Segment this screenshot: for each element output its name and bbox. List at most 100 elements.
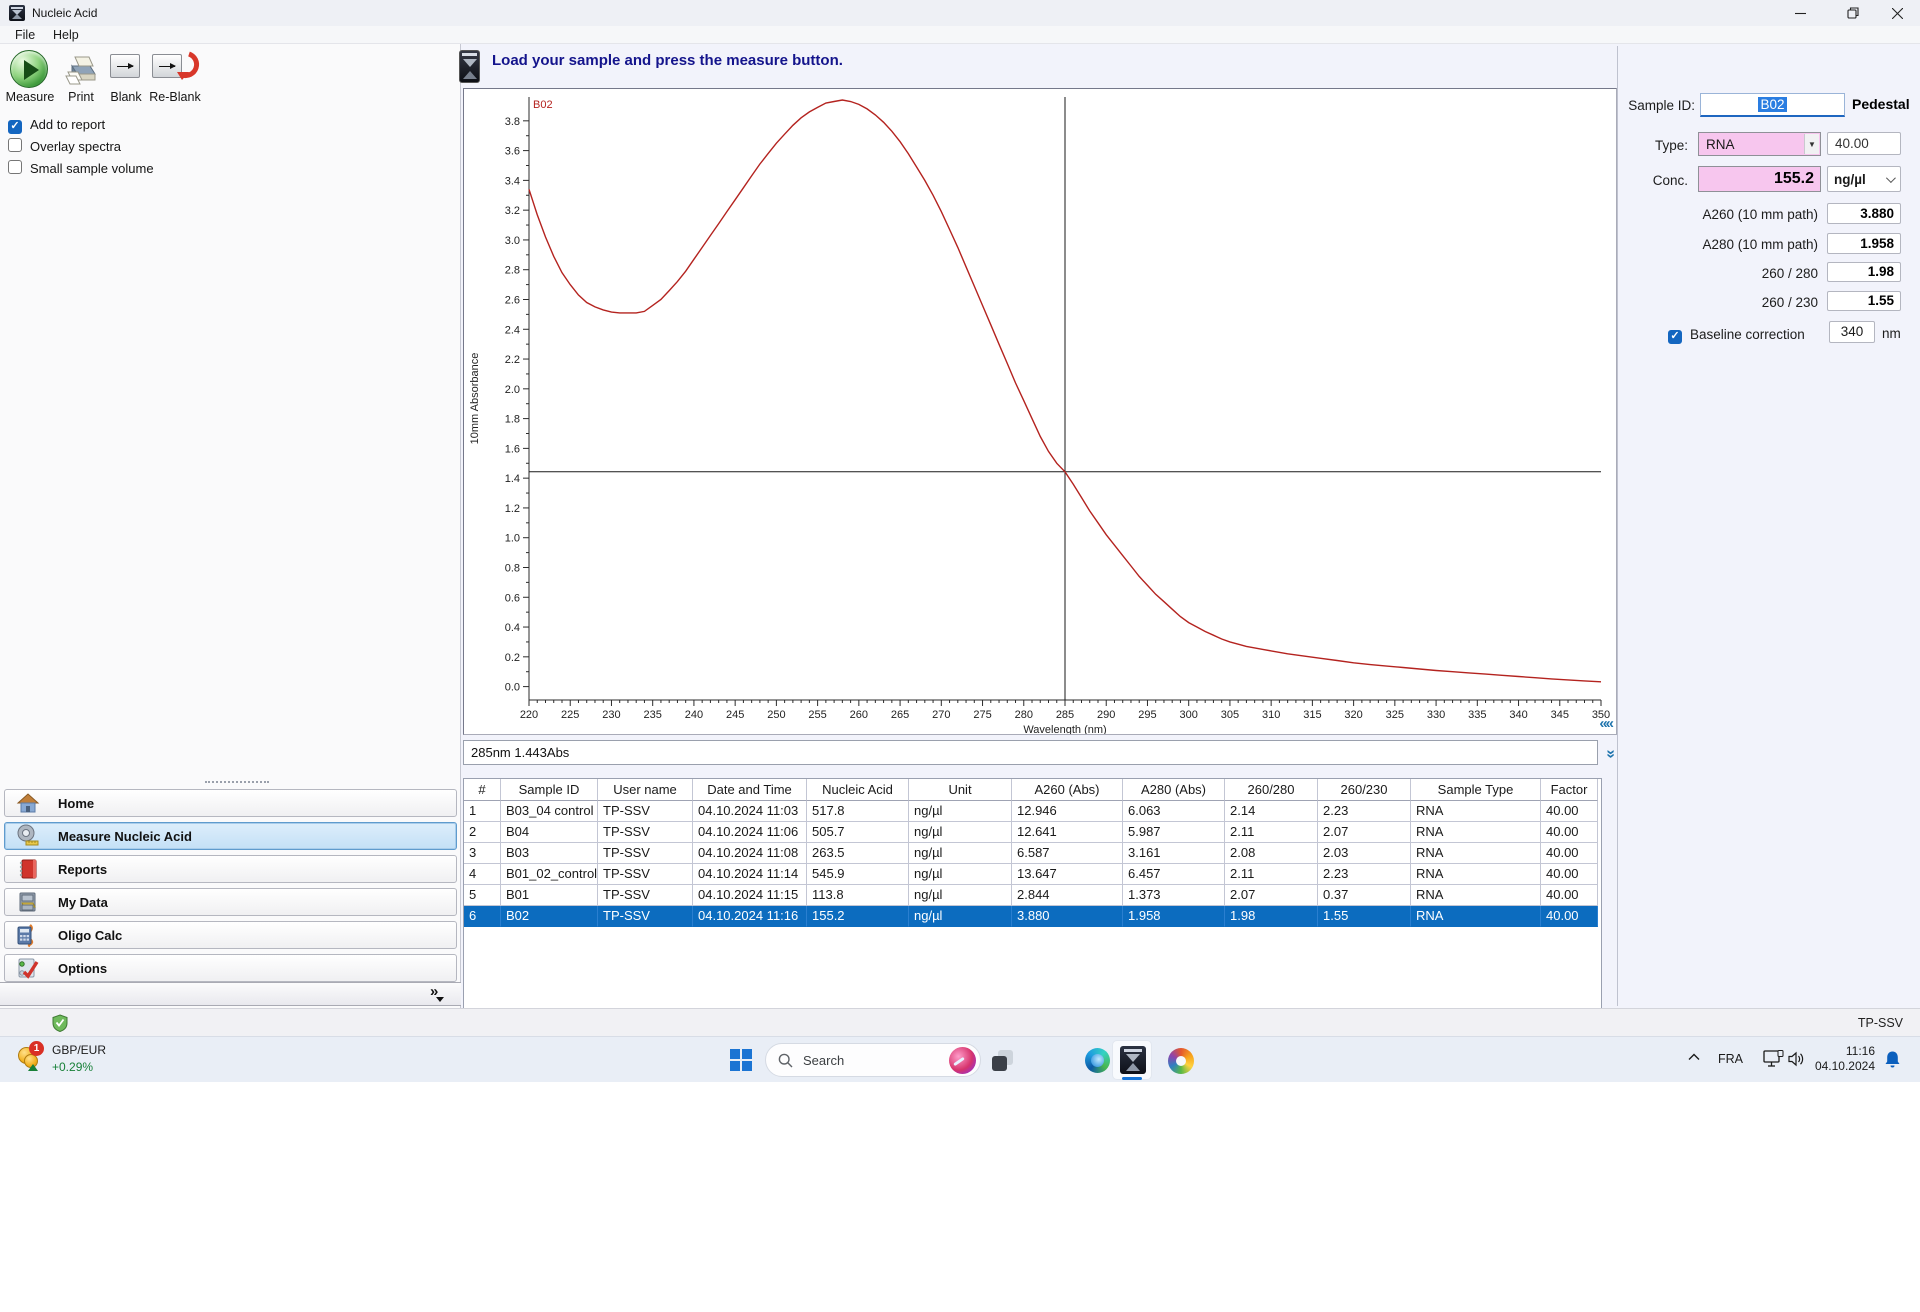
widgets-button[interactable]: 1 GBP/EUR +0.29% xyxy=(0,1037,200,1083)
table-header-cell[interactable]: 260/230 xyxy=(1318,779,1411,801)
network-icon[interactable] xyxy=(1763,1050,1785,1068)
svg-text:310: 310 xyxy=(1262,709,1280,721)
minimize-button[interactable] xyxy=(1777,0,1823,26)
sidebar-item-measure-nucleic-acid[interactable]: Measure Nucleic Acid xyxy=(4,822,457,850)
table-header-cell[interactable]: 260/280 xyxy=(1225,779,1318,801)
tape-measure-icon xyxy=(16,824,40,848)
table-cell: TP-SSV xyxy=(598,906,693,927)
table-header-cell[interactable]: # xyxy=(464,779,501,801)
edge-browser-icon[interactable] xyxy=(1085,1048,1110,1073)
sidebar-item-options[interactable]: Options xyxy=(4,954,457,982)
table-header-cell[interactable]: Sample Type xyxy=(1411,779,1541,801)
menu-file[interactable]: File xyxy=(15,28,35,42)
series-label: B02 xyxy=(533,99,553,111)
small-sample-volume-checkbox[interactable] xyxy=(8,160,22,179)
print-button[interactable] xyxy=(62,54,100,91)
minimize-icon xyxy=(1795,8,1806,19)
sidebar-item-reports[interactable]: Reports xyxy=(4,855,457,883)
start-button[interactable] xyxy=(730,1049,752,1071)
restore-button[interactable] xyxy=(1830,0,1876,26)
table-row[interactable]: 1B03_04 controlTP-SSV04.10.2024 11:03517… xyxy=(464,801,1601,822)
svg-text:0.4: 0.4 xyxy=(505,622,520,634)
table-row[interactable]: 6B02TP-SSV04.10.2024 11:16155.2ng/µl3.88… xyxy=(464,906,1601,927)
svg-text:2.0: 2.0 xyxy=(505,384,520,396)
table-header-cell[interactable]: A260 (Abs) xyxy=(1012,779,1123,801)
table-row[interactable]: 3B03TP-SSV04.10.2024 11:08263.5ng/µl6.58… xyxy=(464,843,1601,864)
paint-app-icon[interactable] xyxy=(1168,1048,1194,1074)
sample-id-input[interactable]: B02 xyxy=(1700,93,1845,117)
mode-label: Pedestal xyxy=(1852,96,1910,112)
table-cell: 3.161 xyxy=(1123,843,1225,864)
table-cell: 5 xyxy=(464,885,501,906)
table-header-cell[interactable]: Sample ID xyxy=(501,779,598,801)
tray-expand-icon[interactable] xyxy=(1688,1053,1700,1061)
close-button[interactable] xyxy=(1874,0,1920,26)
svg-text:280: 280 xyxy=(1015,709,1033,721)
results-table-container: #Sample IDUser nameDate and TimeNucleic … xyxy=(463,778,1602,1009)
table-cell: 2.11 xyxy=(1225,864,1318,885)
table-header-cell[interactable]: User name xyxy=(598,779,693,801)
home-icon xyxy=(16,791,40,815)
blank-button[interactable] xyxy=(110,54,140,78)
task-view-button[interactable] xyxy=(992,1050,1013,1071)
spectrum-chart[interactable]: 2202252302352402452502552602652702752802… xyxy=(464,89,1616,734)
table-cell: 2.07 xyxy=(1225,885,1318,906)
svg-text:250: 250 xyxy=(767,709,785,721)
table-header-cell[interactable]: Nucleic Acid xyxy=(807,779,909,801)
table-row[interactable]: 5B01TP-SSV04.10.2024 11:15113.8ng/µl2.84… xyxy=(464,885,1601,906)
svg-text:290: 290 xyxy=(1097,709,1115,721)
table-row[interactable]: 2B04TP-SSV04.10.2024 11:06505.7ng/µl12.6… xyxy=(464,822,1601,843)
conc-label: Conc. xyxy=(1588,173,1688,188)
panel-splitter-handle[interactable] xyxy=(205,781,269,783)
unit-dropdown[interactable]: ng/µl xyxy=(1827,166,1901,192)
menu-help[interactable]: Help xyxy=(53,28,79,42)
search-highlights-icon[interactable] xyxy=(949,1047,976,1074)
sidebar-item-oligo-calc[interactable]: Oligo Calc xyxy=(4,921,457,949)
table-cell: 6 xyxy=(464,906,501,927)
nucleic-acid-app-taskbar-icon[interactable] xyxy=(1112,1040,1152,1080)
factor-field[interactable]: 40.00 xyxy=(1827,132,1901,155)
table-cell: 6.457 xyxy=(1123,864,1225,885)
sidebar-item-my-data[interactable]: My Data xyxy=(4,888,457,916)
svg-text:1.0: 1.0 xyxy=(505,533,520,545)
add-to-report-checkbox[interactable] xyxy=(8,116,22,134)
table-header-cell[interactable]: Unit xyxy=(909,779,1012,801)
table-cell: 1.98 xyxy=(1225,906,1318,927)
table-cell: 40.00 xyxy=(1541,843,1598,864)
svg-text:320: 320 xyxy=(1344,709,1362,721)
search-box[interactable]: Search xyxy=(765,1043,981,1077)
sidebar-more-bar: » xyxy=(0,982,461,1006)
reblank-button[interactable] xyxy=(152,54,202,80)
language-indicator[interactable]: FRA xyxy=(1718,1052,1743,1066)
expand-results-icon[interactable]: » xyxy=(1601,741,1620,764)
table-cell: B01_02_control xyxy=(501,864,598,885)
a260-label: A260 (10 mm path) xyxy=(1668,207,1818,222)
sidebar-item-home[interactable]: Home xyxy=(4,789,457,817)
svg-text:305: 305 xyxy=(1221,709,1239,721)
printer-icon xyxy=(62,54,100,86)
widget-currency-pair: GBP/EUR xyxy=(52,1043,106,1057)
clock[interactable]: 11:16 04.10.2024 xyxy=(1785,1044,1875,1074)
svg-text:265: 265 xyxy=(891,709,909,721)
add-to-report-label: Add to report xyxy=(30,117,105,132)
svg-text:0.0: 0.0 xyxy=(505,682,520,694)
table-header-cell[interactable]: Factor xyxy=(1541,779,1598,801)
ratio-260-230-label: 260 / 230 xyxy=(1718,295,1818,310)
table-cell: 4 xyxy=(464,864,501,885)
baseline-wavelength-field[interactable]: 340 xyxy=(1829,321,1875,343)
table-row[interactable]: 4B01_02_controlTP-SSV04.10.2024 11:14545… xyxy=(464,864,1601,885)
table-cell: 13.647 xyxy=(1012,864,1123,885)
collapse-chart-icon[interactable]: «« xyxy=(1599,715,1612,732)
measure-button[interactable] xyxy=(10,50,48,88)
active-app-indicator xyxy=(1122,1077,1142,1080)
table-cell: ng/µl xyxy=(909,822,1012,843)
baseline-correction-checkbox[interactable] xyxy=(1668,326,1682,344)
table-header-cell[interactable]: A280 (Abs) xyxy=(1123,779,1225,801)
type-dropdown[interactable]: RNA ▼ xyxy=(1698,132,1821,156)
baseline-correction-label: Baseline correction xyxy=(1690,327,1805,342)
overlay-spectra-checkbox[interactable] xyxy=(8,138,22,157)
table-header-cell[interactable]: Date and Time xyxy=(693,779,807,801)
notification-bell-icon[interactable] xyxy=(1884,1050,1901,1069)
instrument-icon xyxy=(459,50,480,83)
taskbar: 1 GBP/EUR +0.29% Search FRA xyxy=(0,1036,1920,1082)
